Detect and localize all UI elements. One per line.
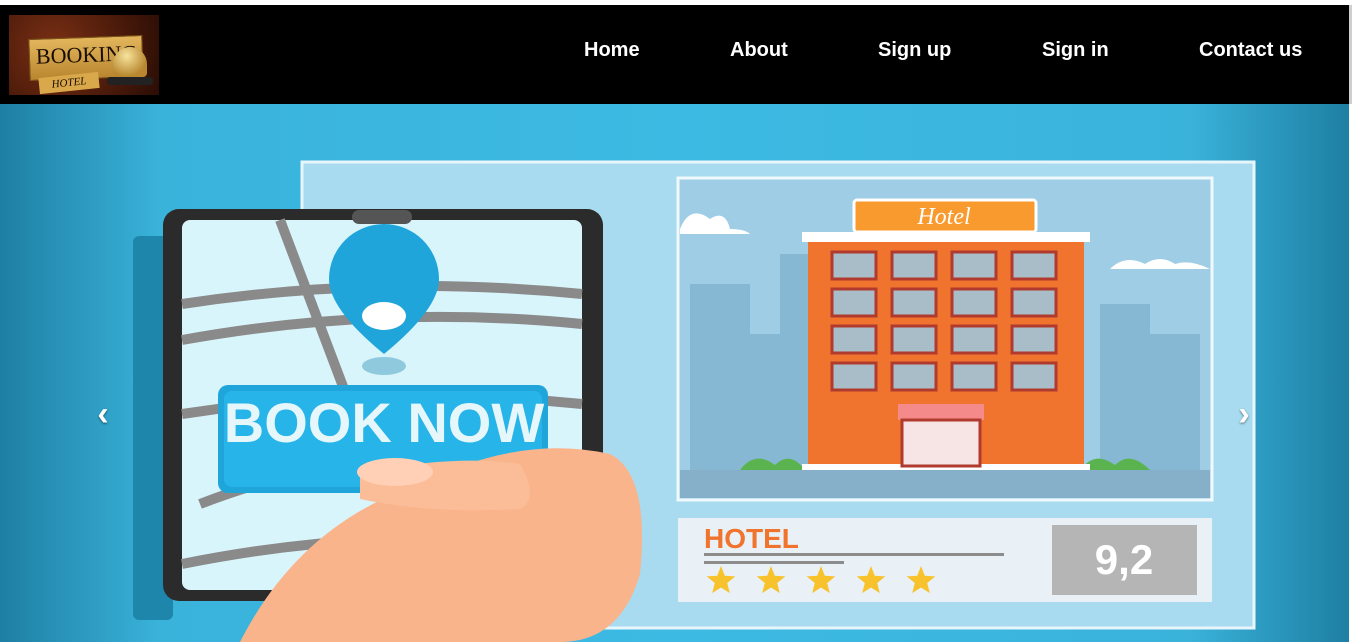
- booking-hotel-logo[interactable]: BOOKING HOTEL: [9, 15, 159, 95]
- phone-notch: [352, 210, 412, 224]
- hotel-sign-text: Hotel: [916, 204, 971, 230]
- hotel-window: [950, 287, 998, 318]
- nav-about[interactable]: About: [730, 38, 788, 62]
- carousel-prev-control[interactable]: ‹: [83, 394, 123, 434]
- chevron-right-icon: ›: [1238, 395, 1250, 433]
- hotel-window: [890, 287, 938, 318]
- rating-score: 9,2: [1095, 536, 1153, 583]
- nav-sign-in[interactable]: Sign in: [1042, 38, 1109, 62]
- hotel-window: [1010, 361, 1058, 392]
- divider: [704, 553, 1004, 556]
- chevron-left-icon: ‹: [97, 395, 109, 433]
- rating-card-title: HOTEL: [704, 523, 799, 554]
- carousel-next-control[interactable]: ›: [1224, 394, 1264, 434]
- hero-carousel: Hotel HOTEL 9,2 BOOK NOW ‹ ›: [0, 104, 1349, 642]
- service-bell-icon: [113, 47, 147, 77]
- book-now-label: BOOK NOW: [224, 391, 545, 454]
- hotel-window: [830, 324, 878, 355]
- hotel-window: [830, 287, 878, 318]
- divider: [704, 561, 844, 564]
- nav-contact-us[interactable]: Contact us: [1199, 38, 1302, 62]
- nav-sign-up[interactable]: Sign up: [878, 38, 951, 62]
- hotel-window: [950, 324, 998, 355]
- hotel-window: [890, 250, 938, 281]
- hotel-window: [830, 250, 878, 281]
- service-bell-base: [107, 77, 153, 85]
- hotel-window: [950, 250, 998, 281]
- hotel-window: [890, 324, 938, 355]
- hotel-window: [890, 361, 938, 392]
- nav-home[interactable]: Home: [584, 38, 640, 62]
- booking-illustration: Hotel HOTEL 9,2 BOOK NOW: [133, 160, 1256, 642]
- thumbnail: [357, 458, 433, 486]
- hotel-window: [1010, 324, 1058, 355]
- map-pin-hole: [362, 302, 406, 330]
- hotel-window: [830, 361, 878, 392]
- hotel-window: [950, 361, 998, 392]
- navbar: BOOKING HOTEL Home About Sign up Sign in…: [0, 5, 1349, 104]
- ground: [680, 470, 1210, 498]
- hotel-window: [1010, 250, 1058, 281]
- door-awning: [898, 404, 984, 420]
- pin-shadow: [362, 357, 406, 375]
- hotel-window: [1010, 287, 1058, 318]
- hotel-door: [900, 418, 982, 468]
